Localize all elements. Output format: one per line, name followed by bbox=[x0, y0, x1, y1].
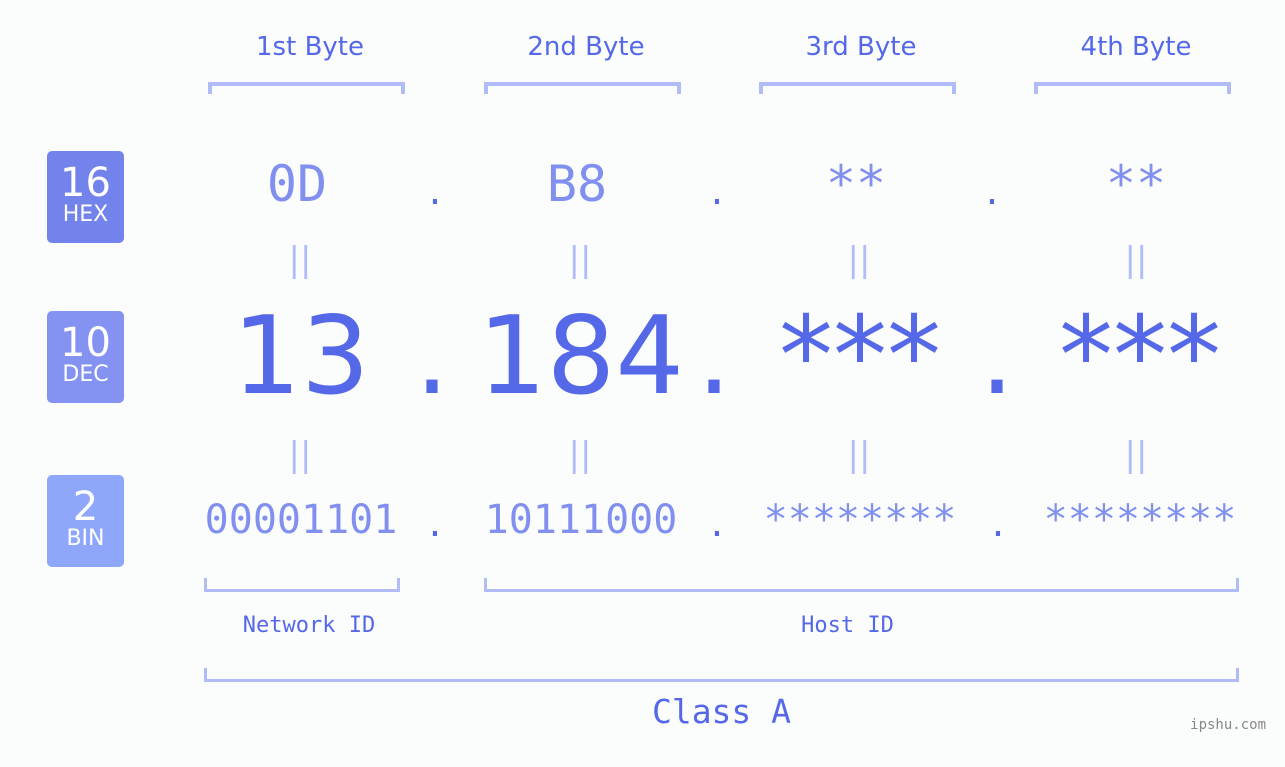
byte-bracket-3 bbox=[759, 82, 956, 94]
byte-bracket-2 bbox=[484, 82, 681, 94]
bin-badge: 2 BIN bbox=[47, 475, 124, 567]
hex-base-number: 16 bbox=[60, 160, 111, 206]
equals-icon: || bbox=[288, 240, 312, 280]
byte-header-1: 1st Byte bbox=[256, 32, 364, 62]
dec-byte-2: 184 bbox=[477, 294, 685, 419]
bin-byte-2: 10111000 bbox=[484, 497, 678, 543]
bin-separator-1: . bbox=[428, 500, 442, 546]
byte-header-2: 2nd Byte bbox=[527, 32, 645, 62]
dec-byte-3: *** bbox=[779, 294, 941, 419]
bin-base-number: 2 bbox=[72, 484, 99, 530]
byte-header-4: 4th Byte bbox=[1080, 32, 1192, 62]
equals-icon: || bbox=[1124, 435, 1148, 475]
dec-base-number: 10 bbox=[60, 320, 111, 366]
hex-byte-3: ** bbox=[825, 155, 887, 213]
equals-icon: || bbox=[568, 435, 592, 475]
equals-icon: || bbox=[1124, 240, 1148, 280]
watermark: ipshu.com bbox=[1190, 717, 1266, 733]
bin-byte-4: ******** bbox=[1043, 497, 1237, 543]
class-label: Class A bbox=[651, 692, 792, 731]
hex-base-label: HEX bbox=[62, 202, 109, 227]
equals-icon: || bbox=[568, 240, 592, 280]
host-id-bracket bbox=[484, 578, 1239, 592]
equals-icon: || bbox=[288, 435, 312, 475]
bin-separator-3: . bbox=[991, 500, 1005, 546]
dec-badge: 10 DEC bbox=[47, 311, 124, 403]
host-id-label: Host ID bbox=[801, 613, 894, 638]
network-id-bracket bbox=[204, 578, 400, 592]
network-id-label: Network ID bbox=[242, 613, 376, 638]
byte-header-3: 3rd Byte bbox=[805, 32, 917, 62]
dec-base-label: DEC bbox=[62, 362, 109, 387]
hex-byte-1: 0D bbox=[266, 155, 328, 213]
class-bracket bbox=[204, 668, 1239, 682]
hex-separator-3: . bbox=[985, 168, 999, 214]
hex-byte-2: B8 bbox=[546, 155, 608, 213]
hex-separator-2: . bbox=[710, 168, 724, 214]
equals-icon: || bbox=[847, 240, 871, 280]
bin-separator-2: . bbox=[710, 500, 724, 546]
equals-icon: || bbox=[847, 435, 871, 475]
bin-base-label: BIN bbox=[66, 526, 105, 551]
hex-separator-1: . bbox=[428, 168, 442, 214]
byte-bracket-4 bbox=[1034, 82, 1231, 94]
bin-byte-1: 00001101 bbox=[204, 497, 398, 543]
hex-byte-4: ** bbox=[1105, 155, 1167, 213]
bin-byte-3: ******** bbox=[763, 497, 957, 543]
byte-bracket-1 bbox=[208, 82, 405, 94]
dec-byte-4: *** bbox=[1059, 294, 1221, 419]
hex-badge: 16 HEX bbox=[47, 151, 124, 243]
dec-byte-1: 13 bbox=[232, 294, 370, 419]
